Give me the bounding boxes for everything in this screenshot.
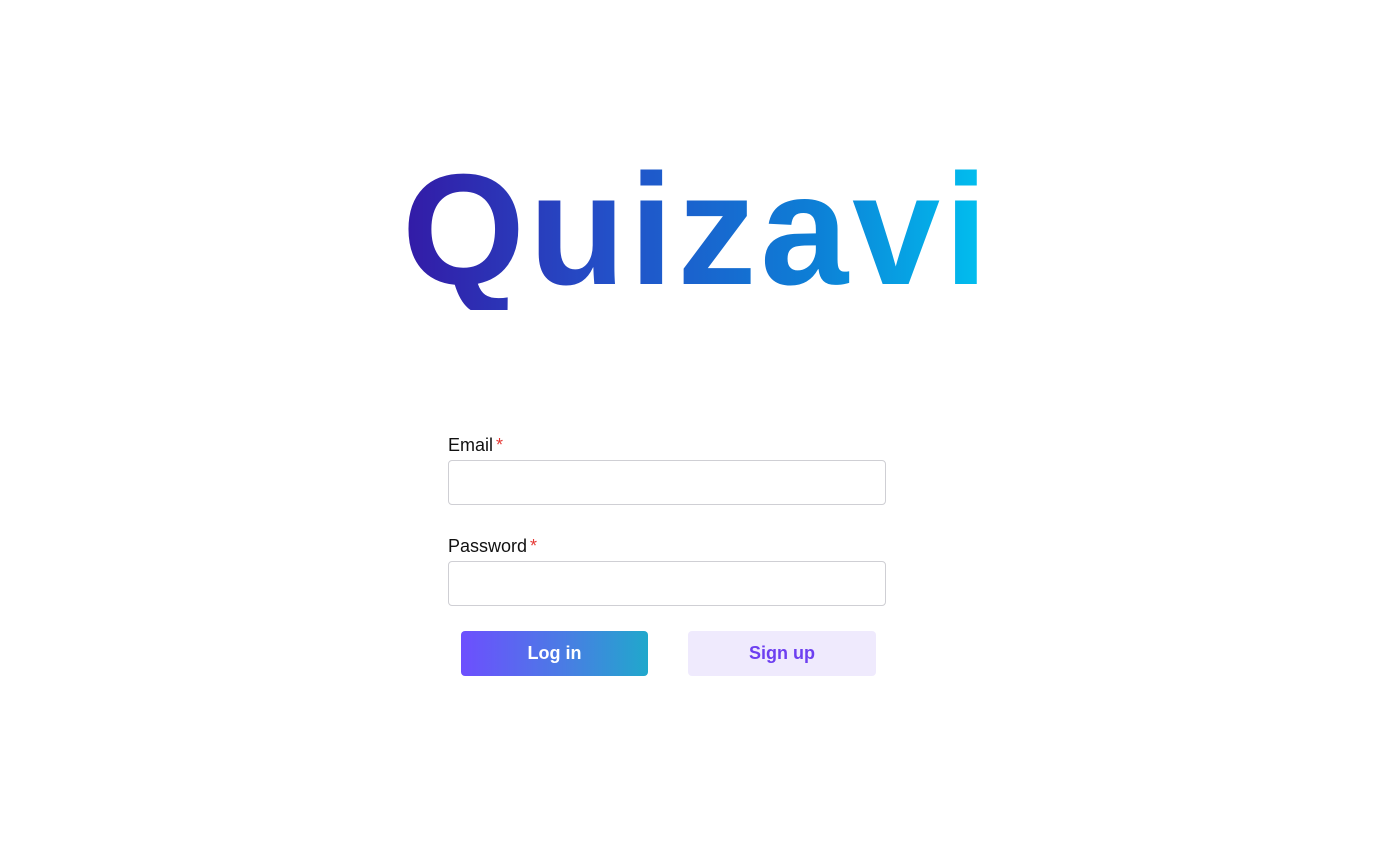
password-field-group: Password *	[448, 534, 886, 606]
form-actions: Log in Sign up	[448, 631, 886, 676]
password-input[interactable]	[448, 561, 886, 606]
login-button[interactable]: Log in	[461, 631, 648, 676]
email-label-text: Email	[448, 435, 494, 455]
email-field-group: Email *	[448, 433, 886, 505]
login-form: Email * Password * Log in Sign up	[448, 433, 886, 676]
login-page: Quizavi Email * Password * Log in Sign up	[0, 0, 1375, 845]
email-required-marker: *	[496, 435, 504, 455]
email-input[interactable]	[448, 460, 886, 505]
signup-button[interactable]: Sign up	[688, 631, 876, 676]
password-label: Password *	[448, 534, 886, 558]
password-label-text: Password	[448, 536, 528, 556]
password-required-marker: *	[530, 536, 538, 556]
email-label: Email *	[448, 433, 886, 457]
brand-logo: Quizavi	[402, 142, 992, 318]
